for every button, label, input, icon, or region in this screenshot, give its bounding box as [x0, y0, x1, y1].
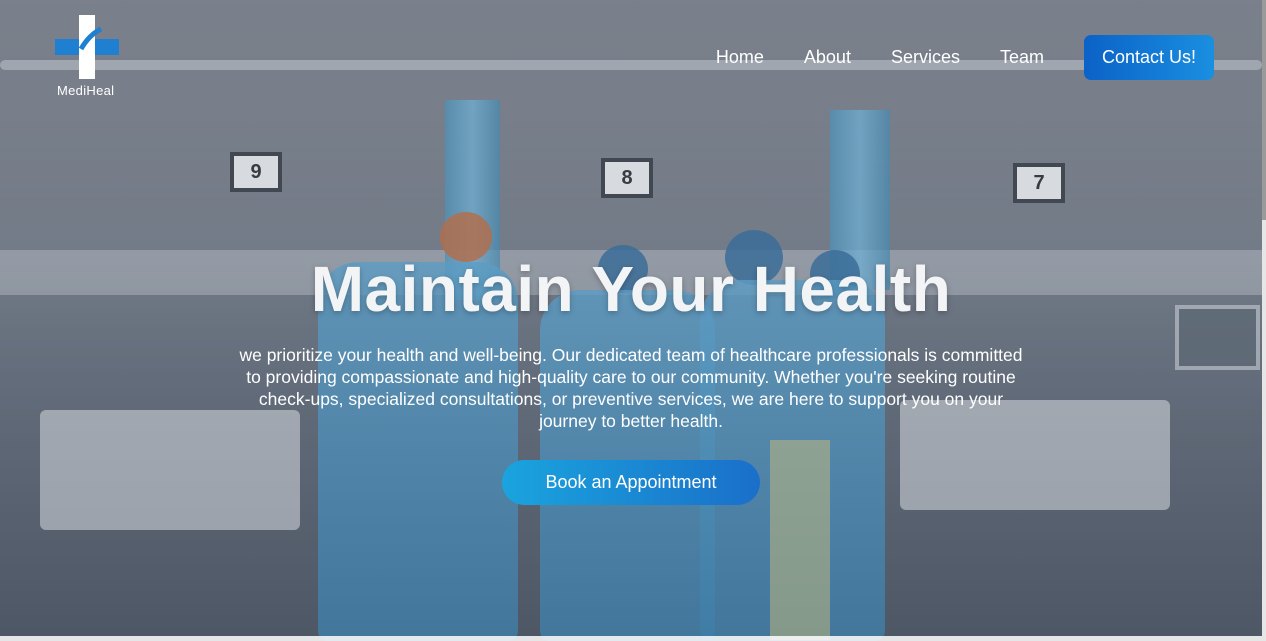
bed-sign: 9	[230, 152, 282, 192]
contact-button[interactable]: Contact Us!	[1084, 35, 1214, 80]
brand-logo[interactable]: MediHeal	[53, 15, 121, 100]
hero-title: Maintain Your Health	[310, 253, 952, 325]
brand-name: MediHeal	[57, 83, 115, 98]
nav-about[interactable]: About	[804, 47, 851, 68]
book-appointment-button[interactable]: Book an Appointment	[502, 460, 760, 505]
medical-cross-icon	[55, 15, 119, 79]
bed-sign: 8	[601, 158, 653, 198]
section-divider	[0, 636, 1262, 641]
nav-home[interactable]: Home	[716, 47, 764, 68]
nav-team[interactable]: Team	[1000, 47, 1044, 68]
hero-description: we prioritize your health and well-being…	[239, 345, 1023, 431]
iv-stand	[770, 440, 830, 640]
bed-sign: 7	[1013, 163, 1065, 203]
vertical-scrollbar[interactable]	[1262, 0, 1266, 641]
nav-services[interactable]: Services	[891, 47, 960, 68]
scrollbar-thumb[interactable]	[1262, 0, 1266, 220]
main-navigation: Home About Services Team Contact Us!	[716, 35, 1214, 80]
